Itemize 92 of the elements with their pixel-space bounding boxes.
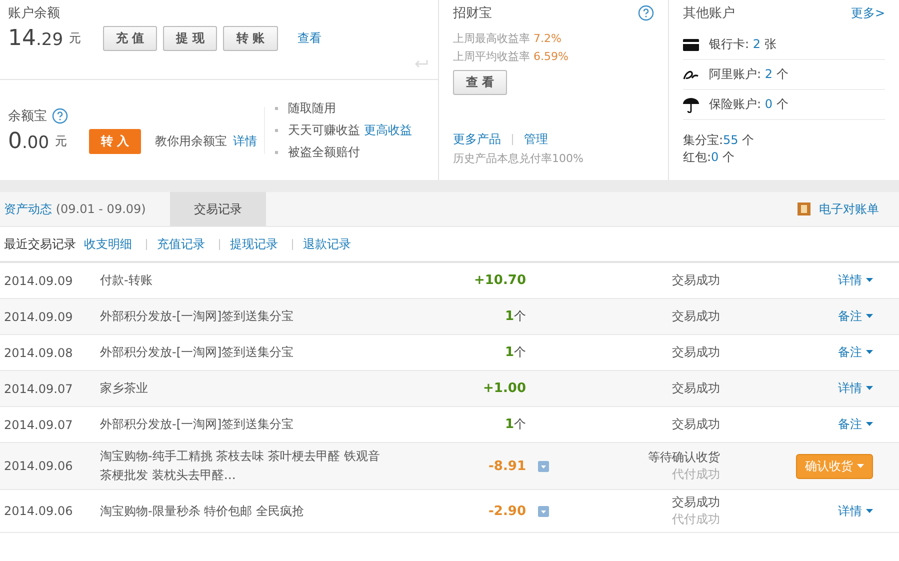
description-text: 外部积分发放-[一淘网]签到送集分宝 <box>100 308 295 325</box>
account-text: 红包:0 个 <box>683 149 736 166</box>
account-text: 保险账户: 0 个 <box>709 96 788 113</box>
yuebao-title: 余额宝 <box>8 108 47 124</box>
status-text: 交易成功 <box>671 308 720 325</box>
yuebao-amount: 0.00 <box>8 128 50 154</box>
date-cell-text: 2014.09.09 <box>3 310 74 324</box>
record-filter-link[interactable]: 充值记录 <box>157 236 205 252</box>
balance-title: 账户余额 <box>8 5 61 22</box>
transfer-in-button[interactable]: 转 入 <box>89 128 142 154</box>
row-action-link[interactable]: 备注 <box>838 344 873 361</box>
status-text: 等待确认收货 <box>647 449 720 466</box>
statement-link[interactable]: 电子对账单 <box>819 200 879 218</box>
action-button[interactable]: 充 值 <box>103 26 158 51</box>
feature-text: 天天可赚收益 <box>288 122 360 139</box>
caret-icon <box>866 422 873 427</box>
date-cell-text: 2014.09.07 <box>3 382 74 396</box>
amount-cell: +10.70 <box>474 273 526 288</box>
caret-icon <box>866 386 873 391</box>
amount-cell: 1个 <box>504 417 526 432</box>
hint-text: 教你用余额宝 <box>155 132 228 150</box>
row-action-link[interactable]: 备注 <box>838 308 873 325</box>
product-link[interactable]: 管理 <box>524 131 548 148</box>
tab[interactable]: 资产动态 (09.01 - 09.09) <box>0 192 170 226</box>
description-text: 外部积分发放-[一淘网]签到送集分宝 <box>100 344 295 361</box>
other-accounts-title: 其他账户 <box>683 5 735 22</box>
date-cell-text: 2014.09.08 <box>3 346 74 360</box>
account-text: 银行卡: 2 张 <box>709 36 776 53</box>
status-text: 交易成功 <box>671 416 720 433</box>
action-button[interactable]: 转 账 <box>223 26 278 51</box>
description-text: 付款-转账 <box>100 272 154 289</box>
date-cell-text: 2014.09.06 <box>3 504 74 518</box>
dropdown-toggle-icon[interactable] <box>538 506 549 516</box>
record-filter-link[interactable]: 最近交易记录 <box>4 236 76 252</box>
help-icon[interactable] <box>638 5 654 21</box>
status-text: 交易成功 <box>671 272 720 289</box>
details-link[interactable]: 详情 <box>233 132 258 150</box>
action-button[interactable]: 提 现 <box>163 26 218 51</box>
record-filter-link[interactable]: 收支明细 <box>84 236 132 252</box>
substatus-text: 代付成功 <box>671 466 720 483</box>
row-action-link[interactable]: 详情 <box>838 502 873 520</box>
return-arrow-icon[interactable] <box>414 59 428 69</box>
caret-icon <box>866 350 873 355</box>
account-text: 阿里账户: 2 个 <box>709 66 788 83</box>
row-action-link[interactable]: 备注 <box>838 416 873 433</box>
amount-cell: -2.90 <box>488 504 526 518</box>
description-text: 外部积分发放-[一淘网]签到送集分宝 <box>100 416 295 433</box>
status-text: 交易成功 <box>671 494 720 511</box>
substatus-text: 代付成功 <box>671 511 720 528</box>
help-icon[interactable] <box>52 108 68 124</box>
caret-icon <box>866 508 873 514</box>
amount-cell: +1.00 <box>483 381 526 396</box>
date-cell-text: 2014.09.07 <box>3 418 74 432</box>
caret-icon <box>866 278 873 283</box>
record-filter-link[interactable]: 提现记录 <box>230 236 278 252</box>
currency-unit: 元 <box>69 30 82 47</box>
balance-amount: 14.29 <box>8 26 64 51</box>
rate-text: 上周平均收益率 6.59% <box>453 49 570 65</box>
feature-link[interactable]: 更高收益 <box>364 119 412 141</box>
amount-cell: 1个 <box>504 345 526 360</box>
document-icon <box>797 202 811 216</box>
description-text: 家乡茶业 <box>100 380 149 397</box>
dropdown-toggle-icon[interactable] <box>538 460 549 472</box>
caret-icon <box>866 314 873 319</box>
swirl-icon <box>683 70 699 80</box>
row-action-link[interactable]: 详情 <box>838 380 873 397</box>
amount-cell: 1个 <box>504 309 526 324</box>
description-text: 茶梗批发 装枕头去甲醛… <box>100 467 237 484</box>
product-link[interactable]: 更多产品 <box>453 131 501 148</box>
zhaocaibao-title: 招财宝 <box>453 5 492 22</box>
row-action-link[interactable]: 详情 <box>838 272 873 289</box>
more-link[interactable]: 更多> <box>850 4 885 22</box>
account-text: 集分宝:55 个 <box>683 132 756 149</box>
description-text: 淘宝购物-纯手工精挑 茶枝去味 茶叶梗去甲醛 铁观音 <box>100 448 381 465</box>
feature-text: 随取随用 <box>288 100 336 117</box>
feature-text: 被盗全额赔付 <box>288 144 360 161</box>
view-link[interactable]: 查看 <box>298 30 322 47</box>
note-text: 历史产品本息兑付率100% <box>453 151 584 166</box>
rate-text: 上周最高收益率 7.2% <box>453 31 562 47</box>
record-filter-link[interactable]: 退款记录 <box>303 236 351 252</box>
amount-cell: -8.91 <box>488 458 526 474</box>
view-button[interactable]: 查 看 <box>453 70 508 95</box>
status-text: 交易成功 <box>671 380 720 397</box>
date-cell-text: 2014.09.09 <box>3 274 74 288</box>
date-cell-text: 2014.09.06 <box>3 459 74 473</box>
caret-icon <box>857 464 864 468</box>
description-text: 淘宝购物-限量秒杀 特价包邮 全民疯抢 <box>100 502 305 520</box>
umbrella-icon <box>683 96 699 112</box>
currency-unit: 元 <box>55 132 68 150</box>
status-text: 交易成功 <box>671 344 720 361</box>
tab[interactable]: 交易记录 <box>170 192 266 226</box>
card-icon <box>683 38 699 50</box>
